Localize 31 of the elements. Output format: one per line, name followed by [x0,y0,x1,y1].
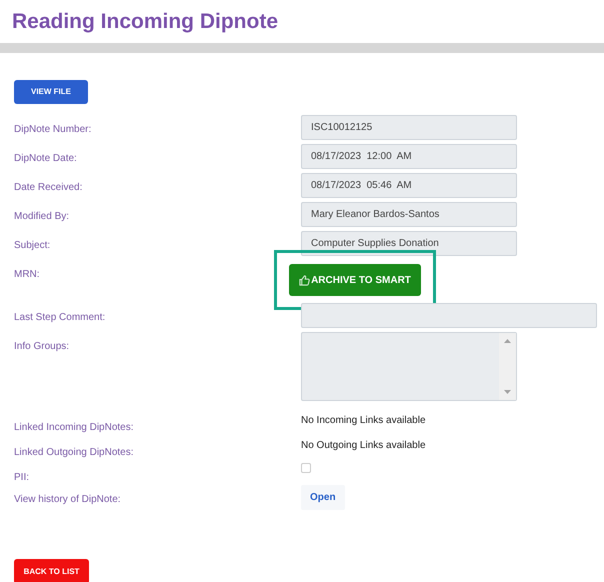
field-label: Date Received: [14,182,82,193]
scrollbar[interactable] [499,333,516,400]
input-field[interactable]: Mary Eleanor Bardos-Santos [301,202,517,227]
field-label: PII: [14,472,30,483]
field-label: Info Groups: [14,341,70,352]
view-file-button[interactable]: VIEW FILE [14,80,88,104]
page-title: Reading Incoming Dipnote [12,8,278,35]
back-to-list-button[interactable]: BACK TO LIST [14,559,89,582]
field-label: DipNote Date: [14,153,77,164]
field-label: MRN: [14,269,40,280]
value-text: No Outgoing Links available [301,439,426,453]
field-label: Linked Incoming DipNotes: [14,422,134,433]
list-box[interactable] [301,332,517,401]
input-field[interactable]: ISC10012125 [301,115,517,140]
scroll-down-icon[interactable] [504,390,511,394]
field-label: Linked Outgoing DipNotes: [14,447,134,458]
field-label: Last Step Comment: [14,312,106,323]
input-field[interactable]: 08/17/2023 05:46 AM [301,173,517,198]
thumbs-up-icon [299,274,310,286]
input-field[interactable] [301,303,597,328]
field-label: Modified By: [14,211,70,222]
checkbox[interactable] [301,463,311,473]
archive-button[interactable]: ARCHIVE TO SMART [289,264,421,296]
input-field[interactable]: 08/17/2023 12:00 AM [301,144,517,169]
input-field[interactable]: Computer Supplies Donation [301,231,517,256]
value-text: No Incoming Links available [301,414,426,428]
field-label: Subject: [14,240,50,251]
field-label: View history of DipNote: [14,494,121,505]
field-label: DipNote Number: [14,124,92,135]
scroll-up-icon[interactable] [504,339,511,343]
open-button[interactable]: Open [301,485,345,510]
